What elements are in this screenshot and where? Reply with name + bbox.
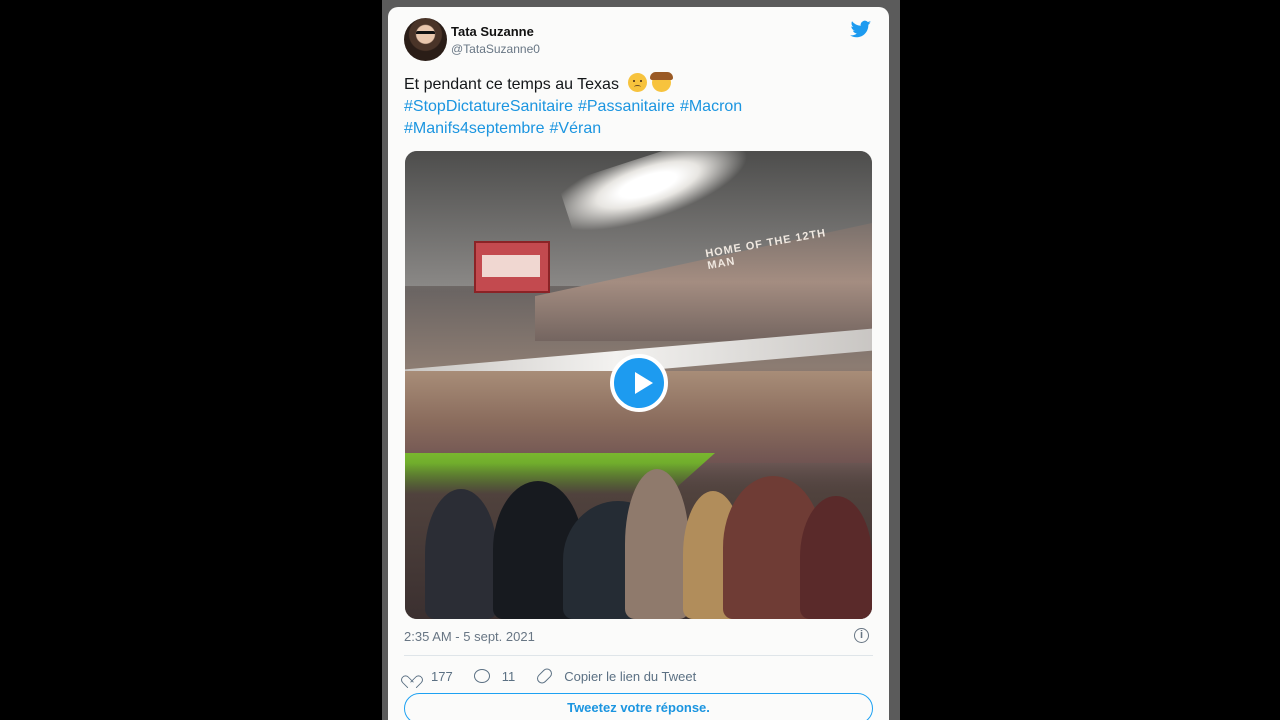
tweet-intro-line: Et pendant ce temps au Texas (404, 72, 864, 96)
hashtag-macron[interactable]: #Macron (680, 98, 742, 115)
hashtag-passanitaire[interactable]: #Passanitaire (578, 98, 675, 115)
hashtag-stopdictaturesanitaire[interactable]: #StopDictatureSanitaire (404, 98, 573, 115)
author-handle[interactable]: @TataSuzanne0 (451, 42, 540, 56)
video-thumbnail[interactable]: HOME OF THE 12TH MAN (405, 151, 872, 619)
info-icon[interactable]: i (854, 628, 869, 643)
tweet-intro: Et pendant ce temps au Texas (404, 76, 619, 93)
like-count: 177 (431, 668, 453, 684)
divider (404, 655, 873, 656)
reply-count: 11 (501, 668, 516, 684)
copy-link-action[interactable]: Copier le lien du Tweet (535, 666, 697, 686)
tweet-timestamp[interactable]: 2:35 AM - 5 sept. 2021 (404, 629, 535, 644)
hashtag-veran[interactable]: #Véran (550, 120, 602, 137)
cowboy-face-icon (650, 72, 674, 92)
sad-face-icon (628, 73, 648, 92)
reply-button[interactable]: Tweetez votre réponse. (404, 693, 873, 720)
fan-shape (800, 496, 872, 619)
reply-icon (473, 669, 490, 683)
hashtag-manifs4septembre[interactable]: #Manifs4septembre (404, 120, 545, 137)
twitter-bird-icon[interactable] (850, 19, 872, 39)
heart-icon (404, 670, 418, 682)
like-action[interactable]: 177 (404, 669, 453, 684)
tweet-card: Tata Suzanne @TataSuzanne0 Et pendant ce… (388, 7, 889, 720)
avatar[interactable] (404, 18, 447, 61)
glasses-shape (416, 31, 435, 39)
tweet-actions: 177 11 Copier le lien du Tweet (404, 666, 717, 686)
copy-link-label: Copier le lien du Tweet (564, 668, 697, 684)
hashtag-line-2: #Manifs4septembre #Véran (404, 118, 864, 140)
hashtag-line-1: #StopDictatureSanitaire #Passanitaire #Mac… (404, 96, 864, 118)
scoreboard-shape (474, 241, 550, 293)
fan-shape (425, 489, 497, 619)
tweet-text: Et pendant ce temps au Texas #StopDictat… (404, 72, 864, 140)
reply-action[interactable]: 11 (473, 668, 516, 684)
link-icon (535, 666, 555, 686)
fan-shape (625, 469, 689, 619)
author-name[interactable]: Tata Suzanne (451, 24, 534, 39)
play-icon[interactable] (610, 354, 668, 412)
